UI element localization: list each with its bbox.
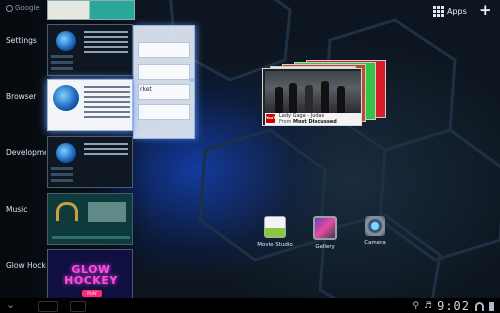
youtube-widget[interactable]: YouTube Lady Gaga - Judas From Most Disc…: [262, 60, 387, 126]
settings-globe-icon: [56, 31, 76, 51]
headphones-icon: [56, 202, 78, 221]
video-source: From Most Discussed: [279, 119, 337, 125]
battery-icon: [489, 301, 494, 311]
recent-thumbnail-glow-hockey[interactable]: GLOW HOCKEY PLAY: [47, 249, 133, 301]
recent-label-development[interactable]: Developme: [6, 148, 46, 157]
list-item: [138, 64, 190, 80]
video-thumbnail: [265, 71, 361, 113]
wifi-icon: [475, 301, 484, 311]
preview-connector-dot: [190, 78, 194, 82]
dev-globe-icon: [56, 143, 76, 163]
recent-label-browser[interactable]: Browser: [6, 92, 46, 101]
movie-studio-icon: [264, 216, 286, 238]
glow-hockey-title: GLOW HOCKEY: [64, 263, 118, 287]
shortcut-movie-studio[interactable]: Movie Studio: [255, 216, 295, 248]
youtube-icon: YouTube: [266, 114, 282, 123]
search-hint-label: Google: [15, 4, 40, 12]
browser-preview-text: rket: [140, 86, 152, 93]
usb-icon: ⚲: [412, 301, 420, 311]
headphones-status-icon: ♬: [424, 301, 433, 311]
apps-grid-icon: [433, 6, 444, 17]
google-search-hint[interactable]: Google: [6, 4, 40, 12]
recent-label-music[interactable]: Music: [6, 205, 46, 214]
apps-label: Apps: [447, 6, 467, 16]
recent-thumbnail-music[interactable]: [47, 193, 133, 245]
recent-label-settings[interactable]: Settings: [6, 36, 46, 45]
recents-button[interactable]: [70, 301, 86, 312]
chevron-down-icon[interactable]: ⌄: [6, 299, 15, 311]
add-widget-button[interactable]: +: [479, 2, 492, 18]
browser-expanded-preview[interactable]: [133, 25, 195, 139]
browser-globe-icon: [53, 85, 79, 111]
shortcut-label: Movie Studio: [257, 242, 293, 248]
clock: 9:02: [437, 299, 470, 313]
glow-hockey-play: PLAY: [82, 290, 102, 297]
recent-label-glow-hockey[interactable]: Glow Hocke: [6, 261, 46, 270]
recent-thumbnail-partial[interactable]: [47, 0, 135, 20]
apps-button[interactable]: Apps: [433, 4, 467, 18]
recent-thumbnail-browser[interactable]: [47, 79, 133, 131]
camera-icon: [365, 216, 385, 236]
home-button[interactable]: [38, 301, 58, 312]
gallery-icon: [313, 216, 337, 240]
recent-thumbnail-development[interactable]: [47, 136, 133, 188]
recent-thumbnail-settings[interactable]: [47, 24, 133, 76]
list-item: [138, 42, 190, 58]
shortcut-camera[interactable]: Camera: [355, 216, 395, 246]
search-icon: [6, 4, 13, 12]
video-card-main[interactable]: YouTube Lady Gaga - Judas From Most Disc…: [262, 68, 362, 126]
shortcut-label: Camera: [364, 240, 386, 246]
system-bar: ⌄ ⚲ ♬ 9:02: [0, 298, 500, 313]
shortcut-label: Gallery: [315, 244, 335, 250]
status-area[interactable]: ⚲ ♬ 9:02: [412, 299, 494, 313]
list-item: [138, 104, 190, 120]
shortcut-gallery[interactable]: Gallery: [305, 216, 345, 250]
